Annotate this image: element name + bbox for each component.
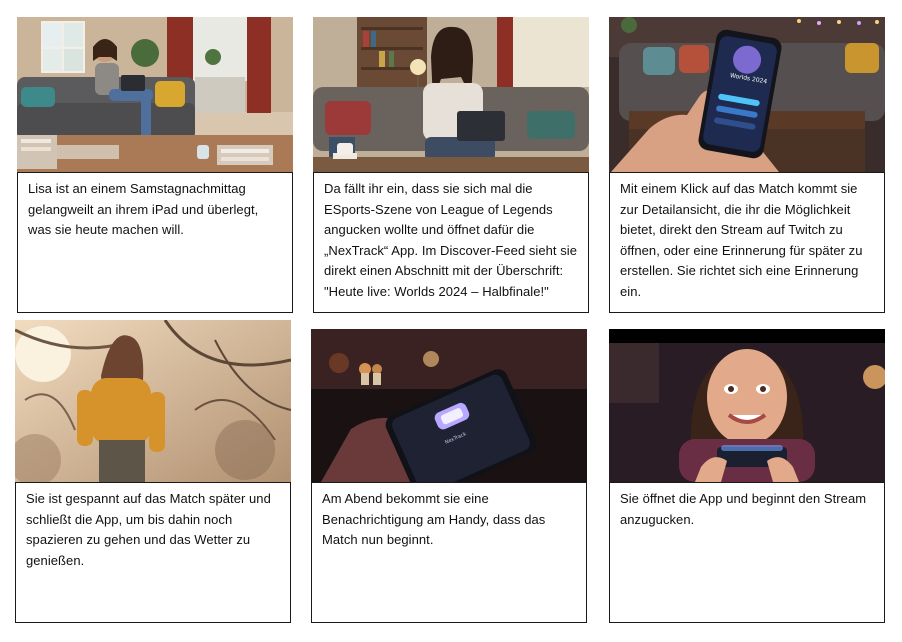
living-room-tablet-scene xyxy=(17,17,293,172)
hand-holding-phone-scene: Worlds 2024 xyxy=(609,17,885,172)
panel-5-caption-box: Am Abend bekommt sie eine Benachrichtigu… xyxy=(311,482,587,623)
panel-3-illustration: Worlds 2024 xyxy=(609,17,885,172)
storyboard-panel-6: Sie öffnet die App und beginnt den Strea… xyxy=(609,329,885,623)
panel-1-caption: Lisa ist an einem Samstagnachmittag gela… xyxy=(28,181,259,238)
panel-5-caption: Am Abend bekommt sie eine Benachrichtigu… xyxy=(322,491,546,548)
panel-1-caption-box: Lisa ist an einem Samstagnachmittag gela… xyxy=(17,172,293,313)
storyboard-panel-2: Da fällt ihr ein, dass sie sich mal die … xyxy=(313,17,589,313)
woman-walking-outdoors-scene xyxy=(15,320,291,482)
panel-6-caption-box: Sie öffnet die App und beginnt den Strea… xyxy=(609,482,885,623)
phone-notification-scene: NexTrack xyxy=(311,329,587,482)
panel-3-caption-box: Mit einem Klick auf das Match kommt sie … xyxy=(609,172,885,313)
woman-with-tablet-scene xyxy=(313,17,589,172)
panel-4-illustration xyxy=(15,320,291,482)
storyboard-panel-1: Lisa ist an einem Samstagnachmittag gela… xyxy=(17,17,293,313)
panel-3-caption: Mit einem Klick auf das Match kommt sie … xyxy=(620,181,863,299)
storyboard-panel-5: NexTrack Am Abend bekommt sie eine Benac… xyxy=(311,329,587,623)
storyboard-panel-3: Worlds 2024 Mit einem Klick auf das Matc… xyxy=(609,17,885,313)
panel-5-illustration: NexTrack xyxy=(311,329,587,482)
panel-6-illustration xyxy=(609,329,885,482)
panel-2-caption-box: Da fällt ihr ein, dass sie sich mal die … xyxy=(313,172,589,313)
panel-4-caption-box: Sie ist gespannt auf das Match später un… xyxy=(15,482,291,623)
panel-2-caption: Da fällt ihr ein, dass sie sich mal die … xyxy=(324,181,578,299)
panel-4-caption: Sie ist gespannt auf das Match später un… xyxy=(26,491,271,568)
panel-1-illustration xyxy=(17,17,293,172)
woman-smiling-at-phone-scene xyxy=(609,329,885,482)
panel-6-caption: Sie öffnet die App und beginnt den Strea… xyxy=(620,491,867,527)
storyboard-panel-4: Sie ist gespannt auf das Match später un… xyxy=(15,320,291,623)
panel-2-illustration xyxy=(313,17,589,172)
